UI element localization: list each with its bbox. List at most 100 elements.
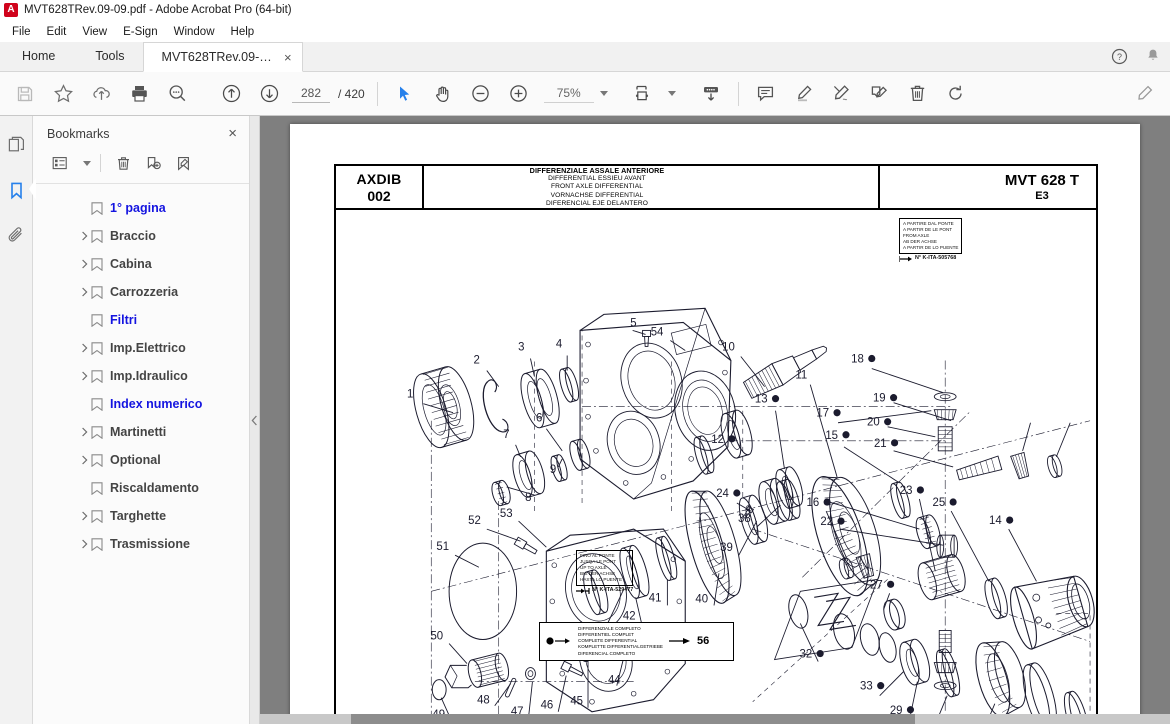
toolbar-separator-1	[376, 81, 378, 106]
page-thumbnails-icon[interactable]	[2, 130, 30, 158]
chevron-right-icon[interactable]	[79, 342, 91, 354]
chevron-down-icon[interactable]	[83, 160, 91, 166]
panel-collapse-handle[interactable]	[250, 116, 260, 724]
callout-number: 21	[874, 438, 887, 450]
trash-icon[interactable]	[899, 75, 937, 113]
zoom-control	[543, 84, 608, 103]
document-view[interactable]: AXDIB 002 DIFFERENZIALE ASSALE ANTERIORE…	[260, 116, 1170, 724]
cursor-arrow-icon[interactable]	[386, 75, 424, 113]
bookmarks-icon[interactable]	[2, 176, 36, 204]
bell-icon[interactable]	[1136, 41, 1170, 71]
note-complete-lines: DIFFERENZIALE COMPLETO DIFFERENTIEL COMP…	[578, 626, 663, 657]
tab-document[interactable]: MVT628TRev.09-0... ×	[142, 42, 303, 72]
close-icon[interactable]: ×	[228, 126, 237, 141]
bookmark-item-imp-elettrico[interactable]: Imp.Elettrico	[33, 334, 249, 362]
chevron-right-icon[interactable]	[79, 454, 91, 466]
chevron-right-icon[interactable]	[79, 286, 91, 298]
chevron-right-icon[interactable]	[79, 538, 91, 550]
navigation-icon-rail	[0, 116, 36, 724]
bookmark-item-targhette[interactable]: Targhette	[33, 502, 249, 530]
upload-cloud-icon[interactable]	[82, 75, 120, 113]
comment-icon[interactable]	[747, 75, 785, 113]
new-bookmark-icon[interactable]	[140, 151, 166, 175]
bookmark-item-cabina[interactable]: Cabina	[33, 250, 249, 278]
help-circle-icon[interactable]: ?	[1102, 41, 1136, 71]
bookmark-item-optional[interactable]: Optional	[33, 446, 249, 474]
menu-view[interactable]: View	[74, 24, 115, 40]
chevron-right-icon[interactable]	[79, 426, 91, 438]
menu-file[interactable]: File	[4, 24, 39, 40]
bookmark-item-carrozzeria[interactable]: Carrozzeria	[33, 278, 249, 306]
plus-circle-icon[interactable]	[500, 75, 538, 113]
arrow-right-icon	[899, 255, 912, 262]
menubar: File Edit View E-Sign Window Help	[0, 21, 1170, 42]
bookmark-item-label: Filtri	[110, 313, 138, 327]
callout-dot	[890, 394, 898, 402]
bookmark-item-index-numerico[interactable]: Index numerico	[33, 390, 249, 418]
bookmark-item-braccio[interactable]: Braccio	[33, 222, 249, 250]
chevron-down-icon[interactable]	[599, 91, 608, 96]
edit-bookmark-icon[interactable]	[170, 151, 196, 175]
stamp-icon[interactable]	[861, 75, 899, 113]
arrow-down-circle-icon[interactable]	[250, 75, 288, 113]
hand-icon[interactable]	[424, 75, 462, 113]
bookmarks-toolbar	[33, 149, 249, 184]
scroll-mode-icon[interactable]	[692, 75, 730, 113]
bookmark-item-trasmissione[interactable]: Trasmissione	[33, 530, 249, 558]
bookmark-icon	[91, 369, 103, 383]
chevron-right-icon[interactable]	[79, 510, 91, 522]
tab-tools-label: Tools	[95, 49, 125, 63]
bookmark-item-1-pagina[interactable]: 1° pagina	[33, 194, 249, 222]
bookmark-icon	[91, 425, 103, 439]
menu-edit[interactable]: Edit	[39, 24, 75, 40]
callout-41: 41	[649, 592, 662, 604]
callout-number: 38	[738, 513, 751, 525]
chevron-right-icon[interactable]	[79, 230, 91, 242]
highlight-icon[interactable]	[785, 75, 823, 113]
tab-tools[interactable]: Tools	[77, 41, 142, 71]
draw-freehand-icon[interactable]	[823, 75, 861, 113]
callout-number: 1	[407, 389, 413, 401]
chevron-down-icon[interactable]	[667, 91, 676, 96]
arrow-up-circle-icon[interactable]	[212, 75, 250, 113]
callout-dot	[842, 431, 850, 439]
more-tools-icon[interactable]	[1126, 75, 1164, 113]
callout-number: 41	[649, 592, 662, 604]
chevron-right-icon[interactable]	[79, 370, 91, 382]
star-icon[interactable]	[44, 75, 82, 113]
bookmark-options-icon[interactable]	[47, 151, 73, 175]
callout-18: 18	[851, 353, 876, 366]
note-up-to-axle: FINO AL PONTE JUSQA LE PONT UP TO AXLE B…	[576, 550, 634, 594]
bookmark-item-martinetti[interactable]: Martinetti	[33, 418, 249, 446]
tab-document-label: MVT628TRev.09-0...	[161, 50, 274, 64]
chevron-right-icon[interactable]	[79, 258, 91, 270]
attachments-icon[interactable]	[2, 222, 30, 250]
fit-page-icon[interactable]	[624, 75, 662, 113]
bookmark-item-filtri[interactable]: Filtri	[33, 306, 249, 334]
callout-51: 51	[436, 541, 449, 553]
save-icon[interactable]	[6, 75, 44, 113]
callout-number: 2	[474, 354, 480, 366]
callout-24: 24	[716, 488, 741, 500]
page-number-input[interactable]	[292, 84, 330, 103]
menu-help[interactable]: Help	[223, 24, 263, 40]
bookmark-item-imp-idraulico[interactable]: Imp.Idraulico	[33, 362, 249, 390]
callout-dot	[837, 517, 845, 525]
rotate-icon[interactable]	[937, 75, 975, 113]
zoom-level-input[interactable]	[543, 84, 594, 103]
callout-number: 16	[806, 497, 819, 509]
search-icon[interactable]	[158, 75, 196, 113]
horizontal-scrollbar-thumb[interactable]	[351, 714, 916, 724]
bookmark-item-riscaldamento[interactable]: Riscaldamento	[33, 474, 249, 502]
trash-icon[interactable]	[110, 151, 136, 175]
note-up-to-axle-ref-row: N° K-ITA-529477	[576, 587, 633, 594]
horizontal-scrollbar[interactable]	[260, 714, 1170, 724]
print-icon[interactable]	[120, 75, 158, 113]
menu-window[interactable]: Window	[166, 24, 223, 40]
minus-circle-icon[interactable]	[462, 75, 500, 113]
close-icon[interactable]: ×	[284, 51, 292, 64]
tab-home[interactable]: Home	[0, 41, 77, 71]
menu-esign[interactable]: E-Sign	[115, 24, 166, 40]
bookmarks-panel-title: Bookmarks	[47, 126, 110, 141]
note-from-axle-line-5: A PARTIR DE LO PUENTE	[903, 245, 959, 251]
